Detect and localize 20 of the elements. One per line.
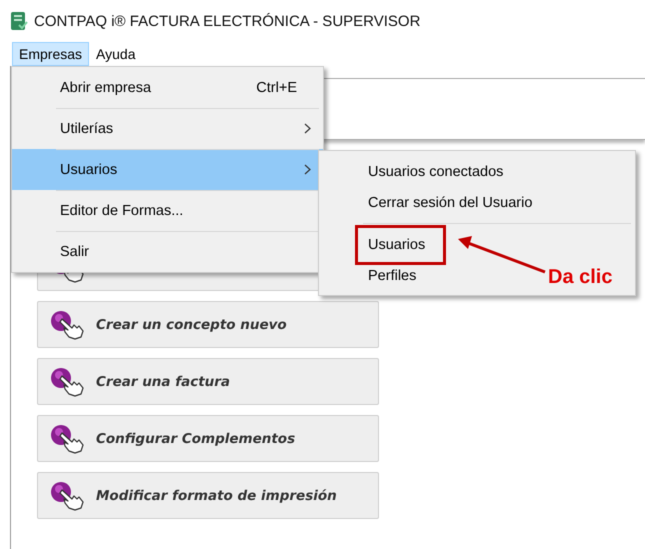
menu-item[interactable]: Usuarios — [355, 224, 446, 264]
menu-bar-item[interactable]: Ayuda — [89, 42, 142, 66]
chevron-right-icon — [304, 123, 311, 134]
action-button[interactable]: Crear un concepto nuevo — [37, 301, 379, 348]
window-title: CONTPAQ i® FACTURA ELECTRÓNICA - SUPERVISOR — [34, 12, 420, 30]
action-button[interactable]: Crear una factura — [37, 358, 379, 405]
menu-item[interactable]: Abrir empresa Ctrl+E — [12, 67, 323, 108]
menu-item[interactable]: Cerrar sesión del Usuario — [355, 188, 546, 218]
action-button[interactable]: Configurar Complementos — [37, 415, 379, 462]
menu-bar-item[interactable]: Empresas — [12, 42, 90, 66]
shortcut-text: Ctrl+E — [256, 80, 297, 96]
book-icon — [10, 11, 28, 31]
menu-item[interactable]: Usuarios — [12, 149, 323, 190]
menu-item[interactable]: Editor de Formas... — [12, 190, 323, 231]
menu-item[interactable]: Salir — [12, 231, 323, 272]
action-button[interactable]: Modificar formato de impresión — [37, 472, 379, 519]
menu-item[interactable]: Utilerías — [12, 108, 323, 149]
chevron-right-icon — [304, 164, 311, 175]
callout-text: Da clic — [548, 266, 612, 289]
menu-item[interactable]: Usuarios conectados — [355, 156, 516, 186]
